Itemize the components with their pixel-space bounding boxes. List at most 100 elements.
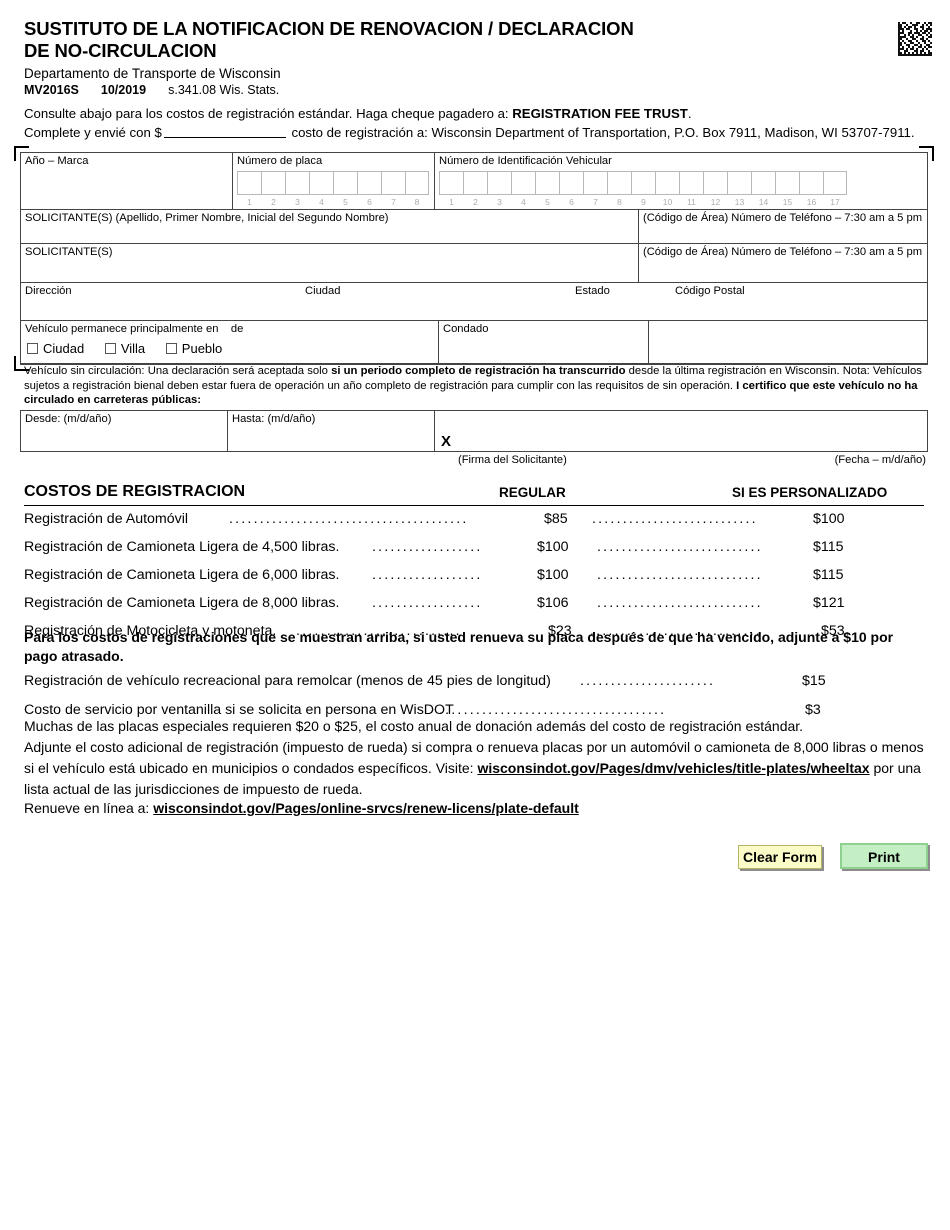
fee-name: Registración de Automóvil bbox=[24, 511, 189, 527]
wheeltax-link[interactable]: wisconsindot.gov/Pages/dmv/vehicles/titl… bbox=[477, 760, 869, 776]
field-label: SOLICITANTE(S) (Apellido, Primer Nombre,… bbox=[25, 212, 389, 224]
comb-cell[interactable]: 7 bbox=[381, 171, 405, 207]
datamatrix-barcode-icon bbox=[896, 20, 936, 60]
comb-cell[interactable]: 5 bbox=[333, 171, 357, 207]
field-vin[interactable]: Número de Identificación Vehicular 1 2 3… bbox=[435, 153, 927, 209]
comb-cell[interactable]: 4 bbox=[309, 171, 333, 207]
dot-leader: .................. bbox=[372, 539, 483, 555]
field-applicant-2[interactable]: SOLICITANTE(S) bbox=[21, 244, 639, 282]
special-plates-line-1: Muchas de las placas especiales requiere… bbox=[24, 718, 804, 734]
fee-table-header: COSTOS DE REGISTRACION REGULAR SI ES PER… bbox=[24, 483, 924, 506]
form-page: SUSTITUTO DE LA NOTIFICACION DE RENOVACI… bbox=[0, 0, 950, 1230]
checkbox-pueblo[interactable] bbox=[165, 343, 177, 354]
form-revision: 10/2019 bbox=[100, 83, 147, 97]
fee-personalized: $115 bbox=[813, 539, 844, 555]
fee-regular: $100 bbox=[537, 539, 569, 555]
vehicle-identity-row: Año – Marca Número de placa 1 2 3 4 5 6 … bbox=[21, 153, 927, 210]
comb-cell[interactable]: 10 bbox=[655, 171, 679, 207]
field-signature[interactable]: X bbox=[435, 411, 927, 451]
dot-leader: .................. bbox=[372, 595, 483, 611]
field-label: Ciudad bbox=[305, 285, 341, 297]
field-state[interactable]: Estado bbox=[571, 283, 671, 320]
print-button[interactable]: Print bbox=[840, 843, 928, 869]
checkbox-villa[interactable] bbox=[104, 343, 116, 354]
form-header: SUSTITUTO DE LA NOTIFICACION DE RENOVACI… bbox=[24, 18, 724, 98]
title-line-1: SUSTITUTO DE LA NOTIFICACION DE RENOVACI… bbox=[24, 18, 634, 39]
page-title: SUSTITUTO DE LA NOTIFICACION DE RENOVACI… bbox=[24, 18, 724, 62]
dot-leader: ........................... bbox=[597, 595, 763, 611]
field-label: (Código de Área) Número de Teléfono – 7:… bbox=[643, 246, 923, 258]
comb-cell[interactable]: 7 bbox=[583, 171, 607, 207]
field-year-make[interactable]: Año – Marca bbox=[21, 153, 233, 209]
plate-number-comb[interactable]: 1 2 3 4 5 6 7 8 bbox=[233, 171, 434, 207]
comb-cell[interactable]: 4 bbox=[511, 171, 535, 207]
comb-cell[interactable]: 6 bbox=[559, 171, 583, 207]
comb-cell[interactable]: 1 bbox=[237, 171, 261, 207]
comb-cell[interactable]: 13 bbox=[727, 171, 751, 207]
field-label: Hasta: (m/d/año) bbox=[232, 413, 316, 425]
comb-cell[interactable]: 3 bbox=[285, 171, 309, 207]
field-to-date[interactable]: Hasta: (m/d/año) bbox=[228, 411, 435, 451]
clear-form-button[interactable]: Clear Form bbox=[738, 845, 822, 869]
comb-cell[interactable]: 2 bbox=[463, 171, 487, 207]
field-label: SOLICITANTE(S) bbox=[25, 246, 113, 258]
field-phone-2[interactable]: (Código de Área) Número de Teléfono – 7:… bbox=[639, 244, 927, 282]
column-header-regular: REGULAR bbox=[499, 485, 566, 500]
late-fee-note: Para los costos de registraciones que se… bbox=[24, 629, 894, 664]
payee-name: REGISTRATION FEE TRUST bbox=[512, 106, 688, 121]
option-label: Villa bbox=[120, 341, 146, 356]
comb-cell[interactable]: 6 bbox=[357, 171, 381, 207]
field-address[interactable]: Dirección bbox=[21, 283, 301, 320]
field-zip[interactable]: Código Postal bbox=[671, 283, 927, 320]
vin-comb[interactable]: 1 2 3 4 5 6 7 8 9 10 11 12 13 14 15 16 1 bbox=[435, 171, 927, 207]
option-label: Pueblo bbox=[181, 341, 223, 356]
applicant-row-1: SOLICITANTE(S) (Apellido, Primer Nombre,… bbox=[21, 210, 927, 244]
field-county-spacer bbox=[649, 321, 927, 363]
renew-online-link[interactable]: wisconsindot.gov/Pages/online-srvcs/rene… bbox=[153, 800, 579, 816]
option-label: Ciudad bbox=[43, 341, 85, 356]
comb-cell[interactable]: 17 bbox=[823, 171, 847, 207]
fee-row: Registración de vehículo recreacional pa… bbox=[24, 668, 924, 697]
option-villa[interactable]: Villa bbox=[104, 341, 146, 356]
title-line-2: DE NO-CIRCULACION bbox=[24, 40, 217, 61]
fee-personalized: $100 bbox=[813, 511, 845, 527]
fee-name: Registración de Camioneta Ligera de 4,50… bbox=[24, 539, 340, 555]
field-county[interactable]: Condado bbox=[439, 321, 649, 363]
form-meta: MV2016S 10/2019 s.341.08 Wis. Stats. bbox=[24, 83, 724, 98]
option-pueblo[interactable]: Pueblo bbox=[165, 341, 223, 356]
form-number: MV2016S bbox=[24, 83, 79, 97]
field-applicant-1[interactable]: SOLICITANTE(S) (Apellido, Primer Nombre,… bbox=[21, 210, 639, 243]
form-statute: s.341.08 Wis. Stats. bbox=[168, 83, 280, 97]
fee-row: Registración de Camioneta Ligera de 4,50… bbox=[24, 534, 924, 562]
field-plate-number[interactable]: Número de placa 1 2 3 4 5 6 7 8 bbox=[233, 153, 435, 209]
comb-cell[interactable]: 12 bbox=[703, 171, 727, 207]
comb-cell[interactable]: 5 bbox=[535, 171, 559, 207]
fee-name: Registración de vehículo recreacional pa… bbox=[24, 673, 551, 689]
comb-cell[interactable]: 3 bbox=[487, 171, 511, 207]
fee-row: Registración de Camioneta Ligera de 6,00… bbox=[24, 562, 924, 590]
fee-name: Registración de Camioneta Ligera de 8,00… bbox=[24, 595, 340, 611]
instructions-block: Consulte abajo para los costos de regist… bbox=[24, 104, 929, 142]
comb-cell[interactable]: 14 bbox=[751, 171, 775, 207]
field-label: Número de placa bbox=[237, 155, 323, 167]
field-city[interactable]: Ciudad bbox=[301, 283, 571, 320]
comb-cell[interactable]: 8 bbox=[607, 171, 631, 207]
fee-amount-blank[interactable] bbox=[163, 125, 286, 138]
applicant-row-2: SOLICITANTE(S) (Código de Área) Número d… bbox=[21, 244, 927, 283]
field-phone-1[interactable]: (Código de Área) Número de Teléfono – 7:… bbox=[639, 210, 927, 243]
dot-leader: ...................... bbox=[580, 673, 716, 689]
comb-cell[interactable]: 2 bbox=[261, 171, 285, 207]
certification-text: Vehículo sin circulación: Una declaració… bbox=[24, 365, 922, 407]
dot-leader: .................. bbox=[372, 567, 483, 583]
comb-cell[interactable]: 11 bbox=[679, 171, 703, 207]
comb-cell[interactable]: 9 bbox=[631, 171, 655, 207]
comb-cell[interactable]: 15 bbox=[775, 171, 799, 207]
comb-cell[interactable]: 16 bbox=[799, 171, 823, 207]
field-label: Código Postal bbox=[675, 285, 745, 297]
checkbox-ciudad[interactable] bbox=[27, 343, 38, 354]
comb-cell[interactable]: 1 bbox=[439, 171, 463, 207]
comb-cell[interactable]: 8 bbox=[405, 171, 429, 207]
field-from-date[interactable]: Desde: (m/d/año) bbox=[21, 411, 228, 451]
special-plates-paragraph: Muchas de las placas especiales requiere… bbox=[24, 716, 926, 800]
option-ciudad[interactable]: Ciudad bbox=[27, 341, 84, 356]
